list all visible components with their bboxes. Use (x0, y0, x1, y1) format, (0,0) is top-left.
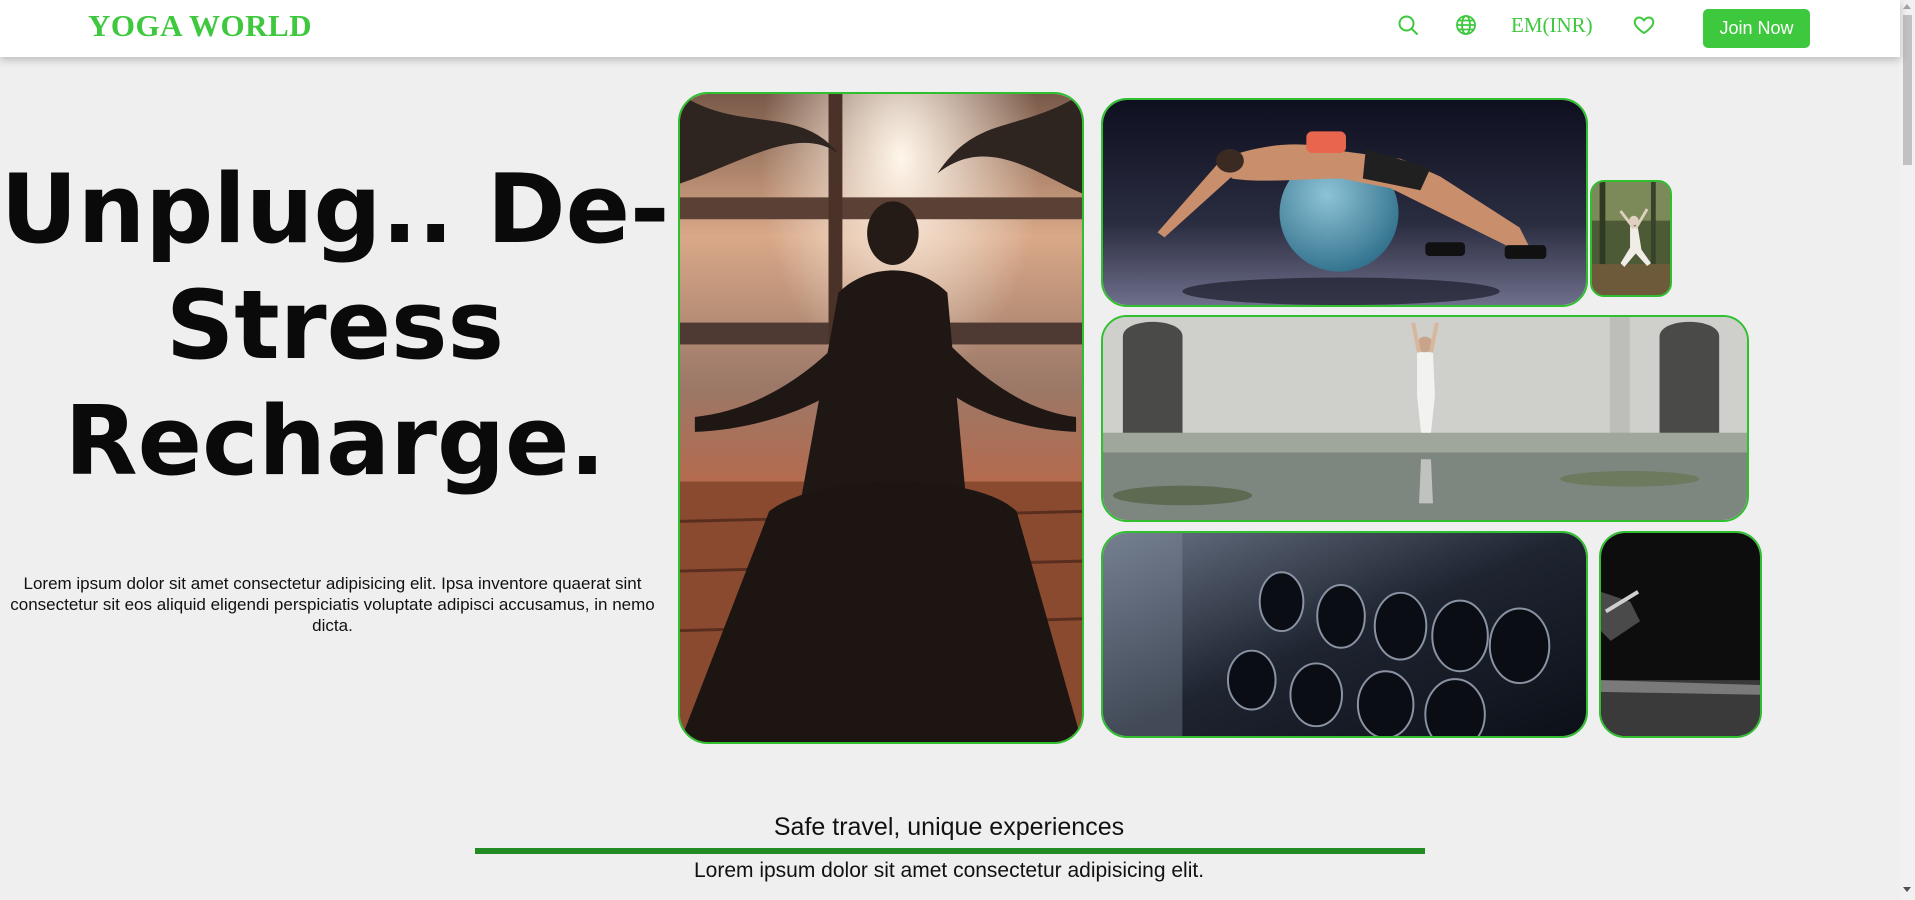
top-navbar: YOGA WORLD EM(INR) Join Now (0, 0, 1900, 57)
hero-description: Lorem ipsum dolor sit amet consectetur a… (10, 574, 655, 635)
section-subtitle: Lorem ipsum dolor sit amet consectetur a… (693, 859, 1205, 882)
section-title: Safe travel, unique experiences (773, 813, 1125, 841)
heart-icon[interactable] (1632, 13, 1656, 37)
join-now-button[interactable]: Join Now (1703, 9, 1810, 48)
globe-icon[interactable] (1454, 13, 1478, 37)
exercise-ball-stretch-photo (1101, 98, 1588, 307)
section-divider (475, 848, 1425, 854)
hero-headline: Unplug.. De-Stress Recharge. (0, 155, 670, 497)
scroll-down-arrow-icon[interactable] (1903, 887, 1911, 892)
dumbbell-rack-photo (1101, 531, 1588, 738)
search-icon[interactable] (1396, 13, 1420, 37)
meditation-sunset-photo (678, 92, 1084, 744)
scroll-up-arrow-icon[interactable] (1903, 4, 1911, 9)
tree-pose-reflection-photo (1101, 315, 1749, 522)
scroll-thumb[interactable] (1903, 15, 1912, 165)
dark-abstract-photo (1599, 531, 1762, 738)
page-scrollbar[interactable] (1900, 0, 1915, 900)
currency-selector[interactable]: EM(INR) (1511, 13, 1593, 38)
forest-yoga-thumbnail-photo (1590, 180, 1672, 297)
site-logo[interactable]: YOGA WORLD (88, 8, 312, 44)
